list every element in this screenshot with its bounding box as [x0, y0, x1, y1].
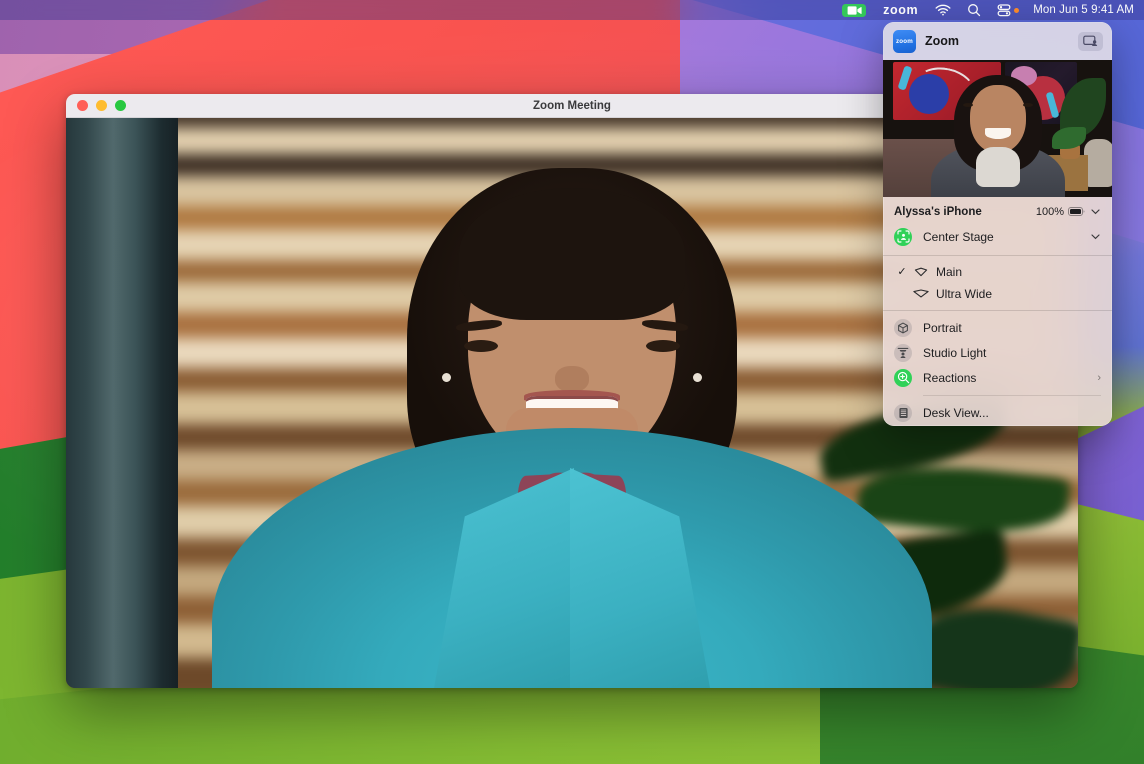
- video-effects-panel[interactable]: zoom Zoom: [883, 22, 1112, 426]
- camera-option-ultrawide[interactable]: Ultra Wide: [883, 283, 1112, 305]
- effect-label: Studio Light: [923, 346, 1101, 360]
- lens-ultrawide-icon: [910, 289, 932, 298]
- participant-eye: [646, 340, 680, 352]
- camera-active-icon: [842, 4, 866, 17]
- zoom-app-icon-label: zoom: [896, 38, 913, 45]
- presenter-overlay-button[interactable]: [1078, 32, 1103, 51]
- checkmark-icon: ✓: [894, 265, 910, 278]
- effect-label: Portrait: [923, 321, 1101, 335]
- portrait-icon: [894, 319, 912, 337]
- chevron-right-icon[interactable]: ›: [1097, 372, 1101, 384]
- search-icon[interactable]: [959, 3, 989, 17]
- background-column: [66, 118, 178, 688]
- lens-main-icon: [910, 267, 932, 277]
- participant-hair-top: [459, 188, 685, 320]
- participant-earring: [693, 373, 702, 382]
- device-name: Alyssa's iPhone: [894, 206, 1036, 218]
- desk-view-label: Desk View...: [923, 406, 1101, 420]
- effect-reactions[interactable]: Reactions ›: [883, 365, 1112, 390]
- zoom-app-icon: zoom: [893, 30, 916, 53]
- chevron-down-icon[interactable]: [1090, 209, 1101, 215]
- battery-full-icon: [1068, 207, 1085, 216]
- device-row[interactable]: Alyssa's iPhone 100%: [883, 200, 1112, 223]
- panel-app-title: Zoom: [925, 34, 1078, 48]
- camera-in-use-dot: [1014, 8, 1019, 13]
- camera-option-label: Main: [936, 265, 962, 279]
- center-stage-label: Center Stage: [923, 230, 1090, 244]
- control-center-icon[interactable]: [989, 4, 1027, 17]
- studio-light-icon: [894, 344, 912, 362]
- center-stage-icon: [894, 228, 912, 246]
- menu-bar: zoom Mon Jun 5 9:41 AM: [0, 0, 1144, 20]
- camera-list-section: ✓ Main Ultra Wide: [883, 256, 1112, 310]
- camera-option-main[interactable]: ✓ Main: [883, 261, 1112, 283]
- chevron-down-icon[interactable]: [1090, 234, 1101, 240]
- effect-portrait[interactable]: Portrait: [883, 315, 1112, 340]
- meeting-participant: [252, 118, 892, 688]
- menubar-clock[interactable]: Mon Jun 5 9:41 AM: [1027, 4, 1144, 16]
- device-section: Alyssa's iPhone 100%: [883, 200, 1112, 255]
- preview-vase: [1084, 139, 1112, 187]
- effect-studio-light[interactable]: Studio Light: [883, 340, 1112, 365]
- reactions-icon: [894, 369, 912, 387]
- panel-header: zoom Zoom: [883, 22, 1112, 60]
- preview-person: [923, 81, 1073, 197]
- desk-view-icon: [894, 404, 912, 422]
- camera-preview[interactable]: [883, 60, 1112, 197]
- center-stage-row[interactable]: Center Stage: [883, 223, 1112, 250]
- effect-label: Reactions: [923, 371, 1097, 385]
- menubar-app-name[interactable]: zoom: [875, 3, 927, 17]
- device-battery-level: 100%: [1036, 206, 1064, 218]
- menubar-camera-status[interactable]: [833, 0, 875, 20]
- participant-eye: [464, 340, 498, 352]
- desk-view-row[interactable]: Desk View...: [883, 401, 1112, 426]
- camera-option-label: Ultra Wide: [936, 287, 992, 301]
- wifi-icon[interactable]: [927, 4, 959, 16]
- effects-section: Portrait Studio Light Rea: [883, 310, 1112, 395]
- desk-view-section: Desk View...: [883, 396, 1112, 426]
- participant-nose: [555, 366, 589, 392]
- participant-earring: [442, 373, 451, 382]
